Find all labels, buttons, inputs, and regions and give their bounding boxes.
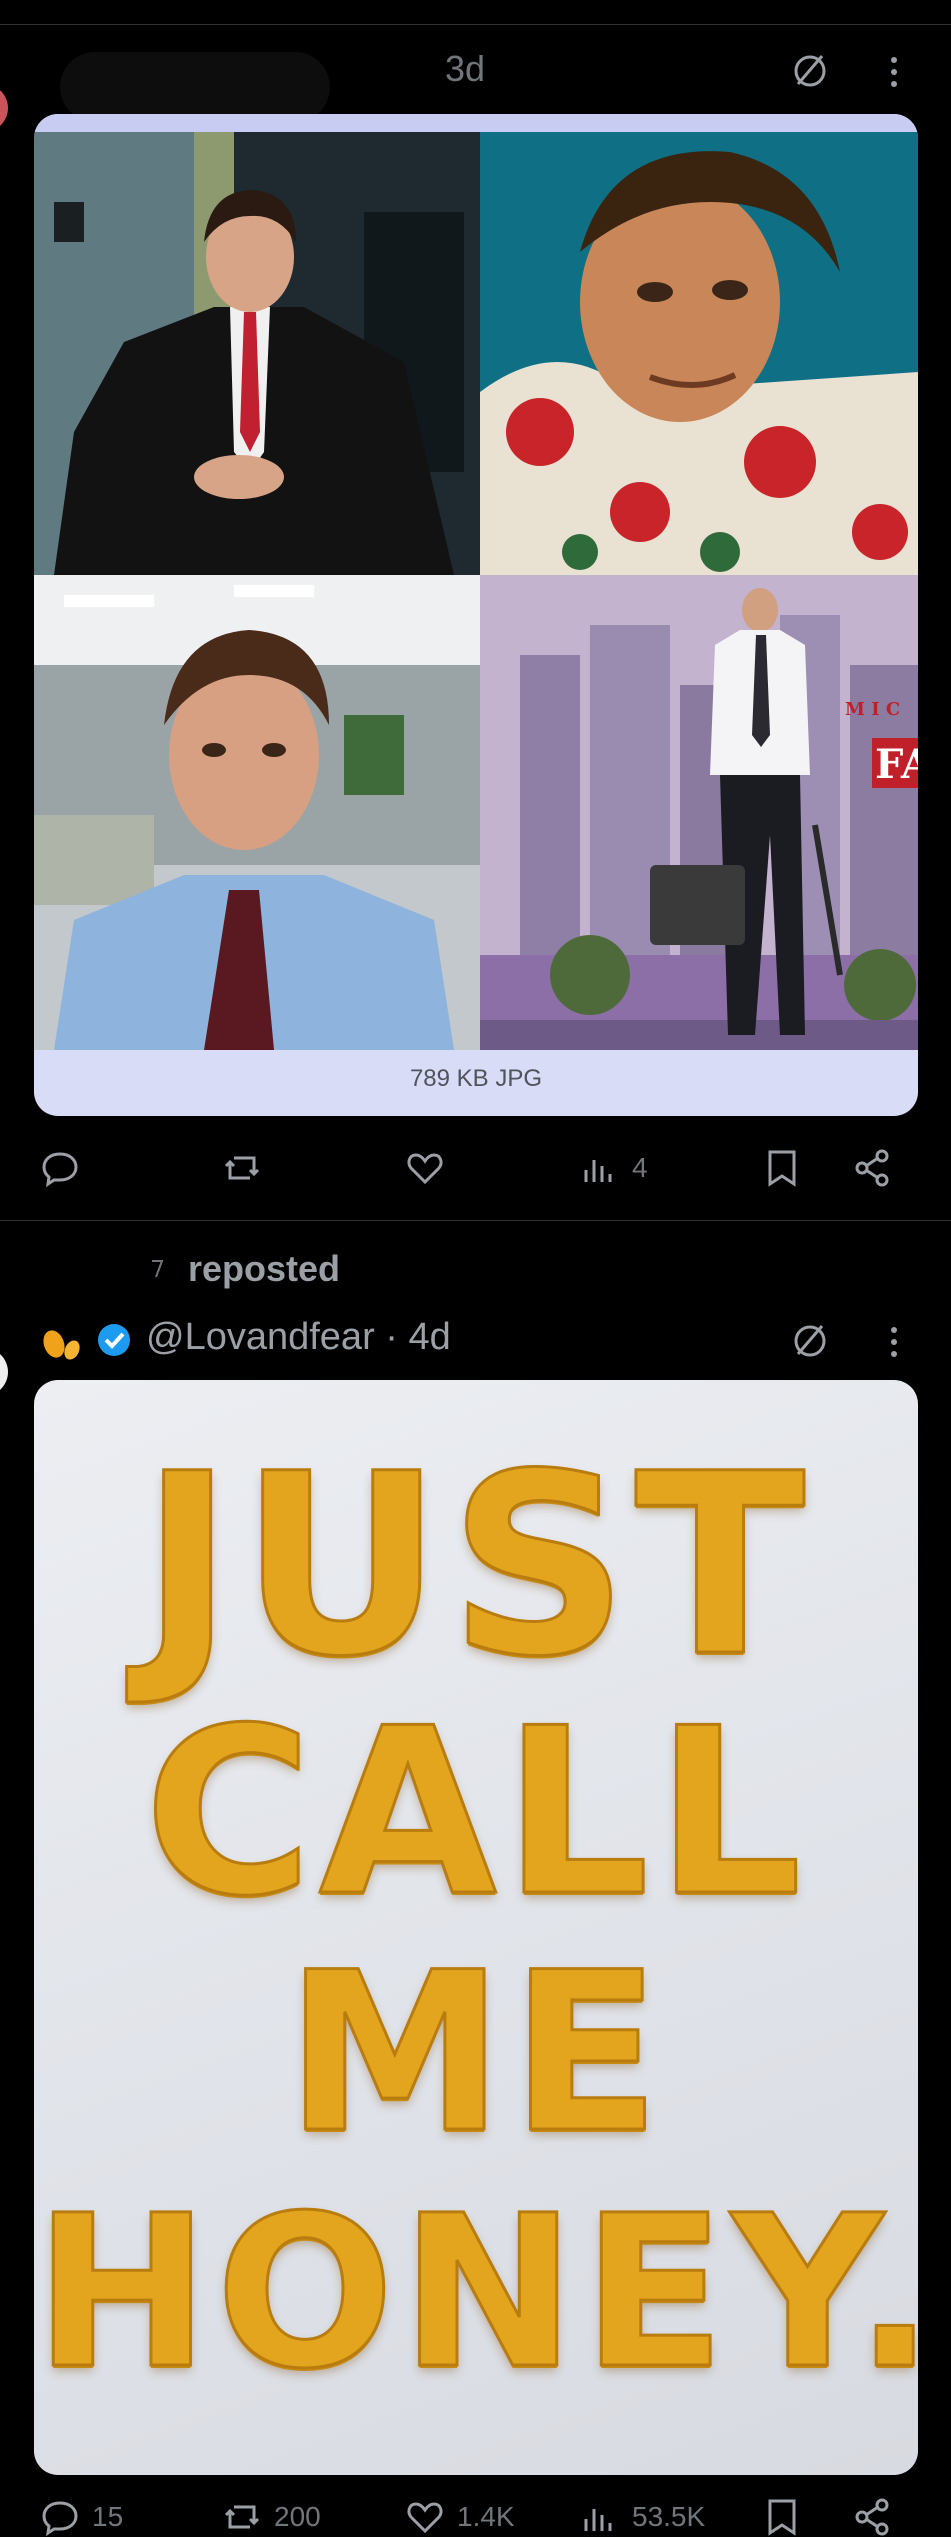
post-divider [0,1220,951,1221]
post-timestamp[interactable]: 3d [445,48,485,90]
top-divider [0,24,951,25]
reply-button[interactable]: 15 [40,2497,123,2537]
reply-icon [40,2497,80,2537]
post-timestamp[interactable]: · 4d [385,1316,450,1358]
handle-text[interactable]: @Lovandfear [146,1316,375,1358]
avatar[interactable] [0,1348,8,1396]
poster-title-small: M I C [845,699,900,720]
leaf-emoji-icon [36,1318,84,1366]
reply-count: 15 [92,2501,124,2532]
views-button[interactable]: 53.5K [580,2497,705,2537]
repost-button[interactable]: 200 [222,2497,321,2537]
business-suit-man-photo[interactable] [34,132,480,575]
like-count: 1.4K [457,2501,515,2532]
views-count: 4 [632,1152,648,1183]
no-access-icon[interactable] [790,1320,830,1360]
honey-line-4: HONEY. [34,2169,918,2417]
honey-line-2: CALL [143,1679,808,1949]
reply-button[interactable] [40,1148,80,1188]
repost-indicator-icon [150,1257,164,1281]
share-icon[interactable] [852,2497,892,2537]
share-icon[interactable] [852,1148,892,1188]
floral-shirt-man-photo[interactable] [480,132,918,575]
author-handle[interactable]: @Lovandfear · 4d [146,1316,451,1359]
repost-icon [222,2497,262,2537]
no-access-icon[interactable] [790,50,830,90]
bookmark-icon[interactable] [762,1148,802,1188]
image-grid: M I C FA [34,132,918,1050]
author-name-redacted [60,52,330,122]
city-briefcase-poster[interactable]: M I C FA [480,575,918,1050]
bookmark-icon[interactable] [762,2497,802,2537]
honey-lettering-photo[interactable]: JUST CALL ME HONEY. [34,1380,918,2475]
verified-badge-icon [96,1322,132,1358]
repost-count: 200 [274,2501,321,2532]
repost-label[interactable]: reposted [188,1248,340,1290]
more-options-icon[interactable] [886,1322,902,1362]
repost-icon [222,1148,262,1188]
media-card[interactable]: M I C FA 789 KB JPG [34,114,918,1116]
more-options-icon[interactable] [886,52,902,92]
media-card-top-strip [34,114,918,132]
views-icon [580,2497,620,2537]
views-count: 53.5K [632,2501,706,2532]
like-button[interactable]: 1.4K [405,2497,515,2537]
repost-button[interactable] [222,1148,262,1188]
poster-title-large: FA [875,741,918,788]
reply-icon [40,1148,80,1188]
like-button[interactable] [405,1148,445,1188]
honey-line-1: JUST [139,1419,812,1713]
office-worker-photo[interactable] [34,575,480,1050]
views-icon [580,1148,620,1188]
like-icon [405,2497,445,2537]
avatar[interactable] [0,84,8,132]
views-button[interactable]: 4 [580,1148,648,1188]
like-icon [405,1148,445,1188]
honey-line-3: ME [284,1924,667,2183]
media-caption: 789 KB JPG [409,1065,543,1092]
